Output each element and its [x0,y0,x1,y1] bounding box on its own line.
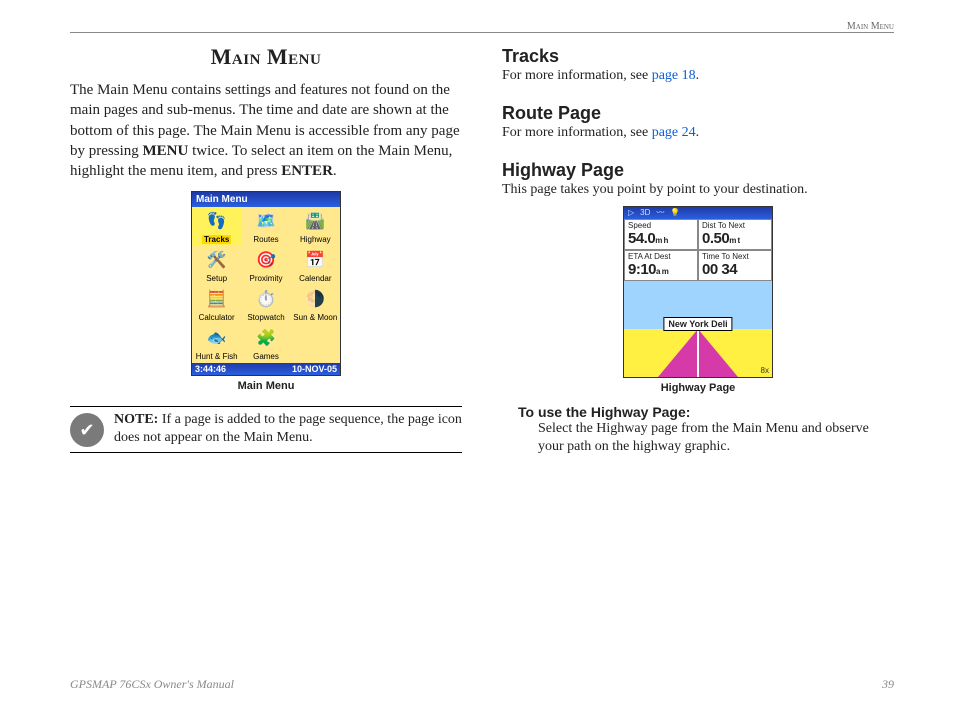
highway-heading: Highway Page [502,160,894,181]
proximity-icon: 🎯 [252,248,280,272]
header-rule [70,32,894,33]
sunmoon-icon: 🌗 [301,287,329,311]
speed-label: Speed [628,221,694,230]
eta-unit: a m [656,267,668,276]
huntfish-label: Hunt & Fish [196,352,238,361]
use-highway-text: Select the Highway page from the Main Me… [538,420,894,458]
stopwatch-icon: ⏱️ [252,287,280,311]
speed-unit: m h [655,236,668,245]
calendar-icon: 📅 [301,248,329,272]
highway-label: Highway [300,235,331,244]
main-menu-device: Main Menu 👣 Tracks 🗺️ Routes 🛣️ Highway 🛠️ S… [191,191,341,376]
footer-manual-title: GPSMAP 76CSx Owner's Manual [70,677,234,692]
tracks-label: Tracks [202,235,231,244]
device-date: 10-NOV-05 [292,364,337,374]
dist-unit: m t [729,236,740,245]
dist-label: Dist To Next [702,221,768,230]
ttn-value: 00 34 [702,261,737,278]
setup-label: Setup [206,274,227,283]
games-icon: 🧩 [252,326,280,350]
device-statusbar: 3:44:46 10-NOV-05 [192,363,340,375]
highway-icon: 🛣️ [301,209,329,233]
eta-value: 9:10 [628,261,656,278]
highway-text: This page takes you point by point to yo… [502,181,894,199]
ttn-label: Time To Next [702,252,768,261]
tracks-text-end: . [696,68,700,83]
device-titlebar: Main Menu [192,192,340,207]
device-time: 3:44:46 [195,364,226,374]
calendar-label: Calendar [299,274,331,283]
eta-label: ETA At Dest [628,252,694,261]
routes-label: Routes [253,235,278,244]
intro-text-e: . [333,163,337,179]
games-label: Games [253,352,279,361]
hw-topbar: ▷3D〰💡 [624,207,772,219]
note-icon: ✔ [70,413,104,447]
enter-key: ENTER [281,163,333,179]
calculator-icon: 🧮 [203,287,231,311]
route-heading: Route Page [502,103,894,124]
header-section-label: Main Menu [70,21,894,32]
note-text: If a page is added to the page sequence,… [114,412,462,445]
highway-device: ▷3D〰💡 Speed54.0m h Dist To Next0.50m t E… [623,206,773,378]
note-label: NOTE: [114,412,158,427]
page-footer: GPSMAP 76CSx Owner's Manual 39 [70,677,894,692]
highway-caption: Highway Page [502,382,894,394]
highway-graphic: New York Deli 8x [624,281,772,377]
tracks-text: For more information, see [502,68,652,83]
speed-value: 54.0 [628,230,655,247]
zoom-level: 8x [761,366,769,375]
main-menu-intro: The Main Menu contains settings and feat… [70,80,462,181]
destination-sign: New York Deli [663,317,732,331]
stopwatch-label: Stopwatch [247,313,284,322]
proximity-label: Proximity [250,274,283,283]
sunmoon-label: Sun & Moon [293,313,337,322]
page-18-link[interactable]: page 18 [652,68,696,83]
page-24-link[interactable]: page 24 [652,125,696,140]
setup-icon: 🛠️ [203,248,231,272]
note-block: ✔ NOTE: If a page is added to the page s… [70,406,462,452]
footer-page-number: 39 [882,677,894,692]
calculator-label: Calculator [199,313,235,322]
route-text-end: . [696,125,700,140]
routes-icon: 🗺️ [252,209,280,233]
use-highway-heading: To use the Highway Page: [518,404,894,420]
right-column: Tracks For more information, see page 18… [502,40,894,457]
menu-key: MENU [143,143,189,159]
huntfish-icon: 🐟 [203,326,231,350]
tracks-icon: 👣 [203,209,231,233]
main-menu-caption: Main Menu [70,380,462,392]
left-column: Main Menu The Main Menu contains setting… [70,40,462,457]
route-text: For more information, see [502,125,652,140]
dist-value: 0.50 [702,230,729,247]
main-menu-heading: Main Menu [70,44,462,70]
tracks-heading: Tracks [502,46,894,67]
